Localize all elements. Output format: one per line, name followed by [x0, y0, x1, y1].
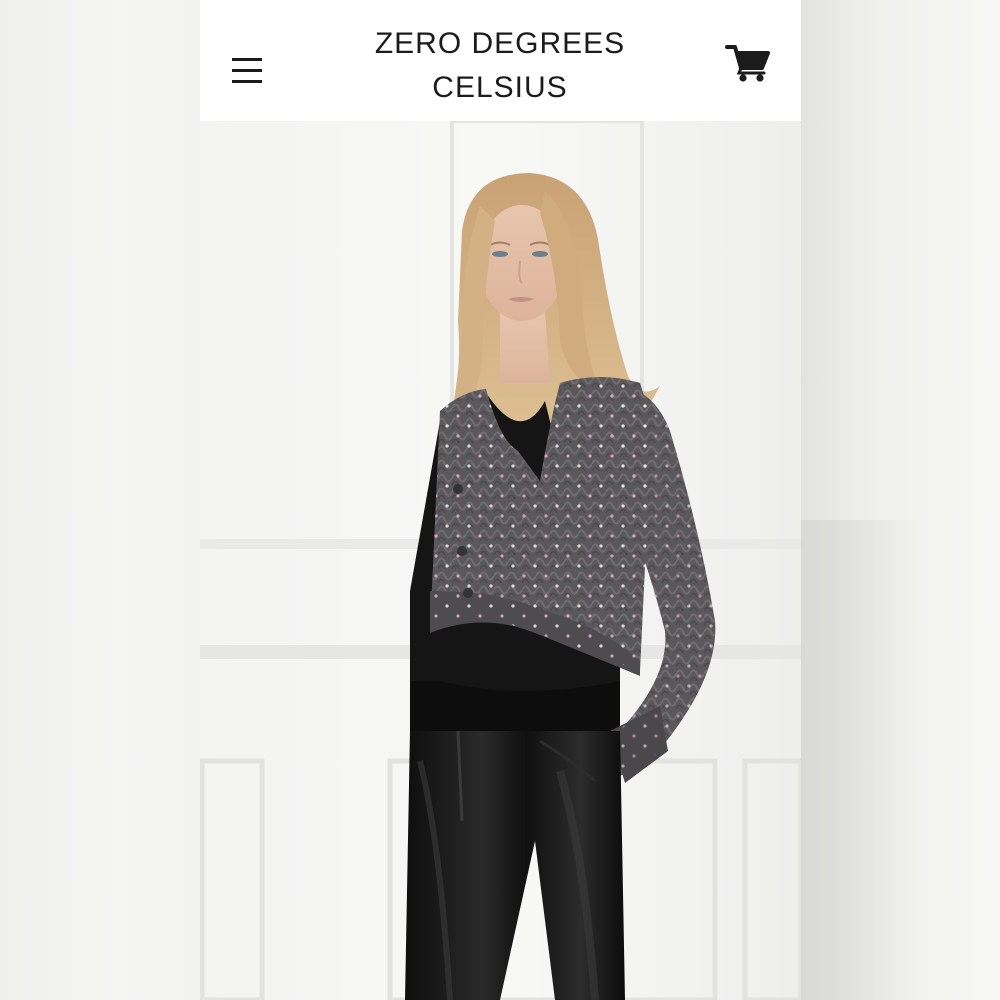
cart-button[interactable] — [724, 42, 772, 84]
menu-button[interactable] — [228, 52, 268, 90]
brand-logo[interactable]: ZERO DEGREES CELSIUS — [350, 22, 650, 110]
shopping-cart-icon — [725, 45, 770, 82]
blurred-background-right — [800, 0, 1000, 1000]
brand-line-2: CELSIUS — [432, 71, 568, 104]
mobile-page: ZERO DEGREES CELSIUS — [200, 0, 801, 1000]
brand-line-1: ZERO DEGREES — [374, 27, 626, 60]
hero-product-image[interactable] — [200, 121, 801, 1000]
blurred-background-left — [0, 0, 200, 1000]
site-header: ZERO DEGREES CELSIUS — [200, 0, 801, 121]
model-photo — [200, 121, 801, 1000]
hamburger-menu-icon — [232, 58, 262, 83]
